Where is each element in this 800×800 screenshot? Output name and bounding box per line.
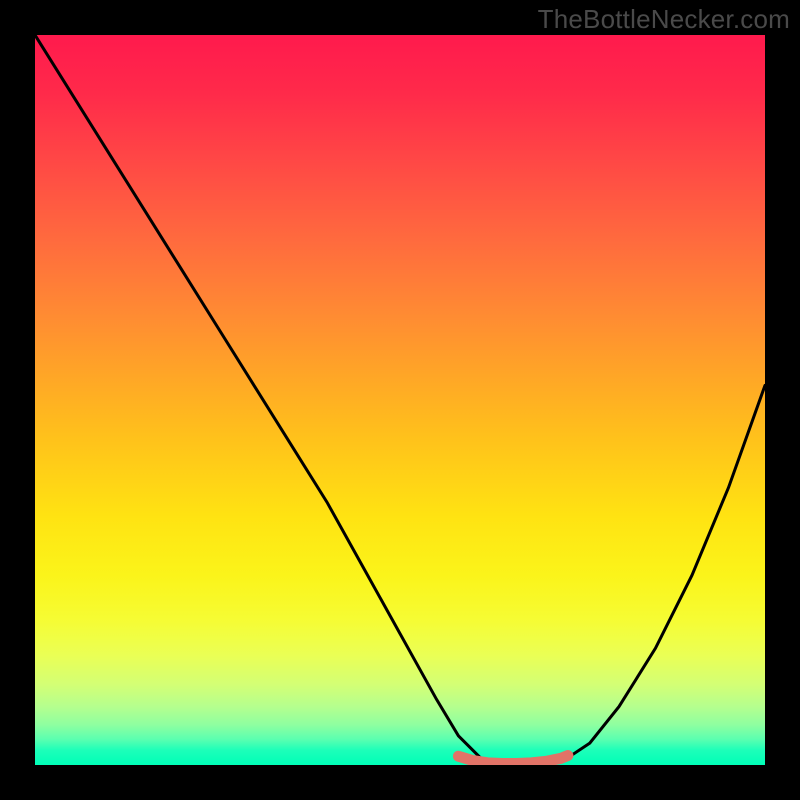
- chart-container: TheBottleNecker.com: [0, 0, 800, 800]
- plot-area: [35, 35, 765, 765]
- chart-svg: [35, 35, 765, 765]
- optimal-region-highlight: [458, 756, 568, 764]
- bottleneck-curve-line: [35, 35, 765, 765]
- watermark-text: TheBottleNecker.com: [538, 4, 790, 35]
